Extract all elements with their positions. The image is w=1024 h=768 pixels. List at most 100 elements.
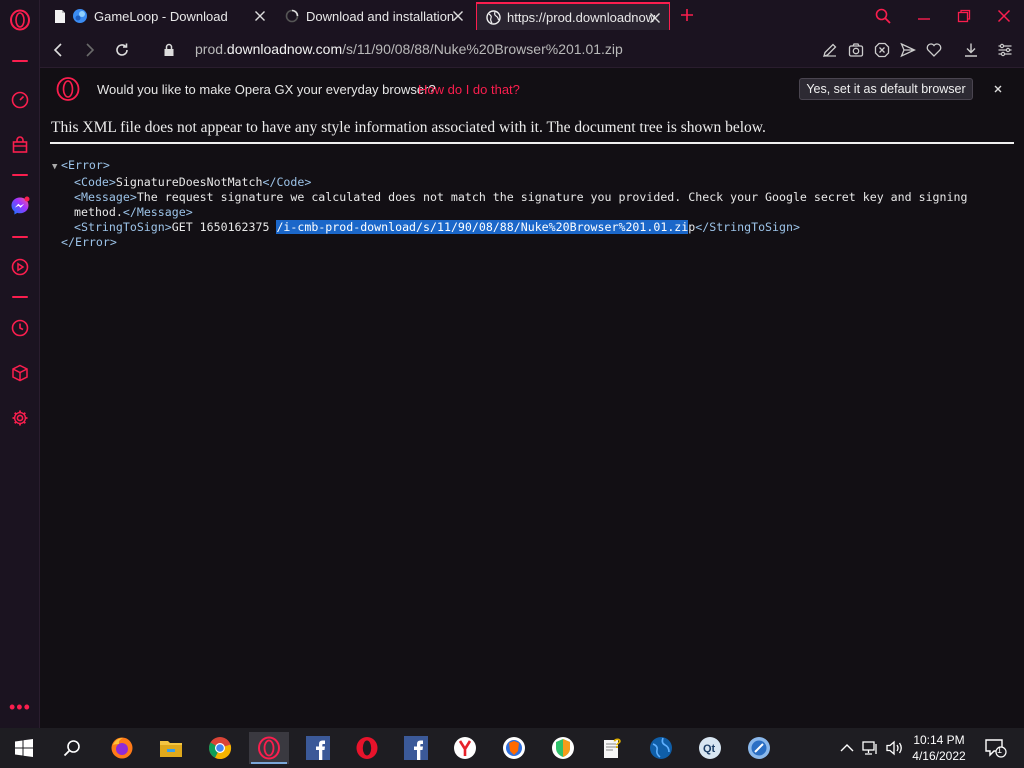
xml-code-value: SignatureDoesNotMatch bbox=[115, 175, 263, 189]
svg-text:?: ? bbox=[613, 736, 622, 751]
sidebar-divider bbox=[12, 174, 28, 176]
url-field[interactable]: prod.downloadnow.com/s/11/90/08/88/Nuke%… bbox=[195, 41, 623, 57]
xml-message-value: The request signature we calculated does… bbox=[136, 190, 968, 204]
address-bar: prod.downloadnow.com/s/11/90/08/88/Nuke%… bbox=[40, 32, 1024, 68]
reload-icon[interactable] bbox=[113, 41, 131, 59]
url-host-prefix: prod. bbox=[195, 41, 227, 57]
edit-icon[interactable] bbox=[821, 41, 839, 59]
xml-tag: </Error> bbox=[61, 235, 117, 249]
firefox-icon[interactable] bbox=[102, 732, 142, 764]
lock-icon[interactable] bbox=[160, 41, 178, 59]
xml-tag: </StringToSign> bbox=[695, 220, 800, 234]
selected-text[interactable]: /i-cmb-prod-download/s/11/90/08/88/Nuke%… bbox=[276, 220, 689, 234]
new-tab-icon[interactable] bbox=[678, 6, 696, 24]
block-ads-icon[interactable] bbox=[873, 41, 891, 59]
history-clock-icon[interactable] bbox=[10, 318, 30, 338]
sidebar-divider bbox=[12, 296, 28, 298]
file-explorer-icon[interactable] bbox=[151, 732, 191, 764]
divider bbox=[50, 142, 1014, 144]
chrome-icon[interactable] bbox=[200, 732, 240, 764]
xml-tag: <StringToSign> bbox=[74, 220, 172, 234]
close-icon[interactable] bbox=[991, 82, 1005, 96]
cube-icon[interactable] bbox=[10, 363, 30, 383]
qt-icon[interactable]: Qt bbox=[690, 732, 730, 764]
avast-browser-icon[interactable] bbox=[543, 732, 583, 764]
start-icon[interactable] bbox=[4, 732, 44, 764]
help-file-icon[interactable]: ? bbox=[592, 732, 632, 764]
xml-message-line-2: method.</Message> bbox=[52, 205, 1012, 220]
opera-gx-logo-icon bbox=[56, 77, 80, 101]
tab-downloadnow[interactable]: https://prod.downloadnow bbox=[476, 2, 670, 30]
tab-strip: GameLoop - Download Download and install… bbox=[40, 0, 1024, 32]
gameloop-favicon-icon bbox=[72, 8, 88, 24]
shopping-bag-icon[interactable] bbox=[10, 135, 30, 155]
tab-close-icon[interactable] bbox=[254, 10, 266, 22]
download-icon[interactable] bbox=[962, 41, 980, 59]
browser-blue-icon[interactable] bbox=[739, 732, 779, 764]
tab-gameloop[interactable]: GameLoop - Download bbox=[44, 2, 272, 30]
svg-text:Qt: Qt bbox=[703, 743, 716, 755]
taskbar-clock[interactable]: 10:14 PM 4/16/2022 bbox=[908, 732, 970, 764]
xml-message-value-cont: method. bbox=[74, 205, 123, 219]
xml-tag: </Code> bbox=[262, 175, 312, 189]
tab-close-icon[interactable] bbox=[647, 10, 663, 26]
tab-title: Download and installation bbox=[306, 8, 455, 24]
notification-center-icon[interactable]: 1 bbox=[984, 736, 1008, 760]
volume-icon[interactable] bbox=[886, 736, 904, 760]
speedometer-icon[interactable] bbox=[10, 90, 30, 110]
sidebar-more-button[interactable]: ••• bbox=[9, 698, 31, 716]
xml-tree: ▼ <Error> <Code>SignatureDoesNotMatch</Co… bbox=[52, 158, 1012, 250]
set-default-browser-button[interactable]: Yes, set it as default browser bbox=[799, 78, 973, 100]
xml-tag: </Message> bbox=[122, 205, 193, 219]
sidebar-divider bbox=[12, 236, 28, 238]
clock-time: 10:14 PM bbox=[913, 733, 965, 747]
screen: ••• GameLoop - Download Download and ins… bbox=[0, 0, 1024, 768]
player-icon[interactable] bbox=[10, 257, 30, 277]
globe-icon bbox=[485, 9, 501, 25]
yandex-icon[interactable] bbox=[445, 732, 485, 764]
close-window-icon[interactable] bbox=[994, 6, 1014, 26]
tab-title: https://prod.downloadnow bbox=[507, 9, 656, 25]
clock-date: 4/16/2022 bbox=[912, 749, 966, 763]
tab-download-installation[interactable]: Download and installation bbox=[276, 2, 476, 30]
xml-root-open-line: ▼ <Error> bbox=[52, 158, 1012, 175]
messenger-icon[interactable] bbox=[10, 196, 30, 216]
facebook-icon[interactable] bbox=[298, 732, 338, 764]
easy-setup-icon[interactable] bbox=[996, 41, 1014, 59]
xml-tag: <Message> bbox=[74, 190, 137, 204]
default-browser-infobar: Would you like to make Opera GX your eve… bbox=[40, 68, 1024, 110]
xml-code-line: <Code>SignatureDoesNotMatch</Code> bbox=[52, 175, 1012, 190]
heart-icon[interactable] bbox=[925, 41, 943, 59]
opera-gx-logo-icon[interactable] bbox=[9, 9, 31, 31]
tab-close-icon[interactable] bbox=[452, 10, 464, 22]
url-path: /s/11/90/08/88/Nuke%20Browser%201.01.zip bbox=[342, 41, 623, 57]
facebook-icon[interactable] bbox=[396, 732, 436, 764]
infobar-help-link[interactable]: How do I do that? bbox=[418, 82, 520, 97]
brave-icon[interactable] bbox=[494, 732, 534, 764]
restore-icon[interactable] bbox=[954, 6, 974, 26]
collapse-triangle-icon[interactable]: ▼ bbox=[52, 160, 61, 175]
globe-browser-icon[interactable] bbox=[641, 732, 681, 764]
minimize-icon[interactable] bbox=[914, 6, 934, 26]
search-tabs-icon[interactable] bbox=[873, 6, 893, 26]
spinner-icon bbox=[284, 8, 300, 24]
gear-icon[interactable] bbox=[10, 408, 30, 428]
opera-gx-icon[interactable] bbox=[249, 732, 289, 764]
chevron-up-icon[interactable] bbox=[838, 736, 856, 760]
infobar-message: Would you like to make Opera GX your eve… bbox=[97, 82, 436, 97]
tab-title: GameLoop - Download bbox=[94, 8, 228, 24]
page-content: This XML file does not appear to have an… bbox=[40, 110, 1024, 728]
opera-icon[interactable] bbox=[347, 732, 387, 764]
xml-root-close-line: </Error> bbox=[52, 235, 1012, 250]
forward-arrow-icon[interactable] bbox=[81, 41, 99, 59]
network-icon[interactable] bbox=[862, 736, 880, 760]
opera-sidebar: ••• bbox=[0, 0, 40, 728]
camera-icon[interactable] bbox=[847, 41, 865, 59]
url-host-domain: downloadnow.com bbox=[226, 41, 343, 57]
document-icon bbox=[52, 8, 68, 24]
xml-message-line: <Message>The request signature we calcul… bbox=[52, 190, 1012, 205]
send-icon[interactable] bbox=[899, 41, 917, 59]
back-arrow-icon[interactable] bbox=[49, 41, 67, 59]
xml-stringtosign-prefix: GET 1650162375 bbox=[171, 220, 277, 234]
search-icon[interactable] bbox=[52, 732, 92, 764]
